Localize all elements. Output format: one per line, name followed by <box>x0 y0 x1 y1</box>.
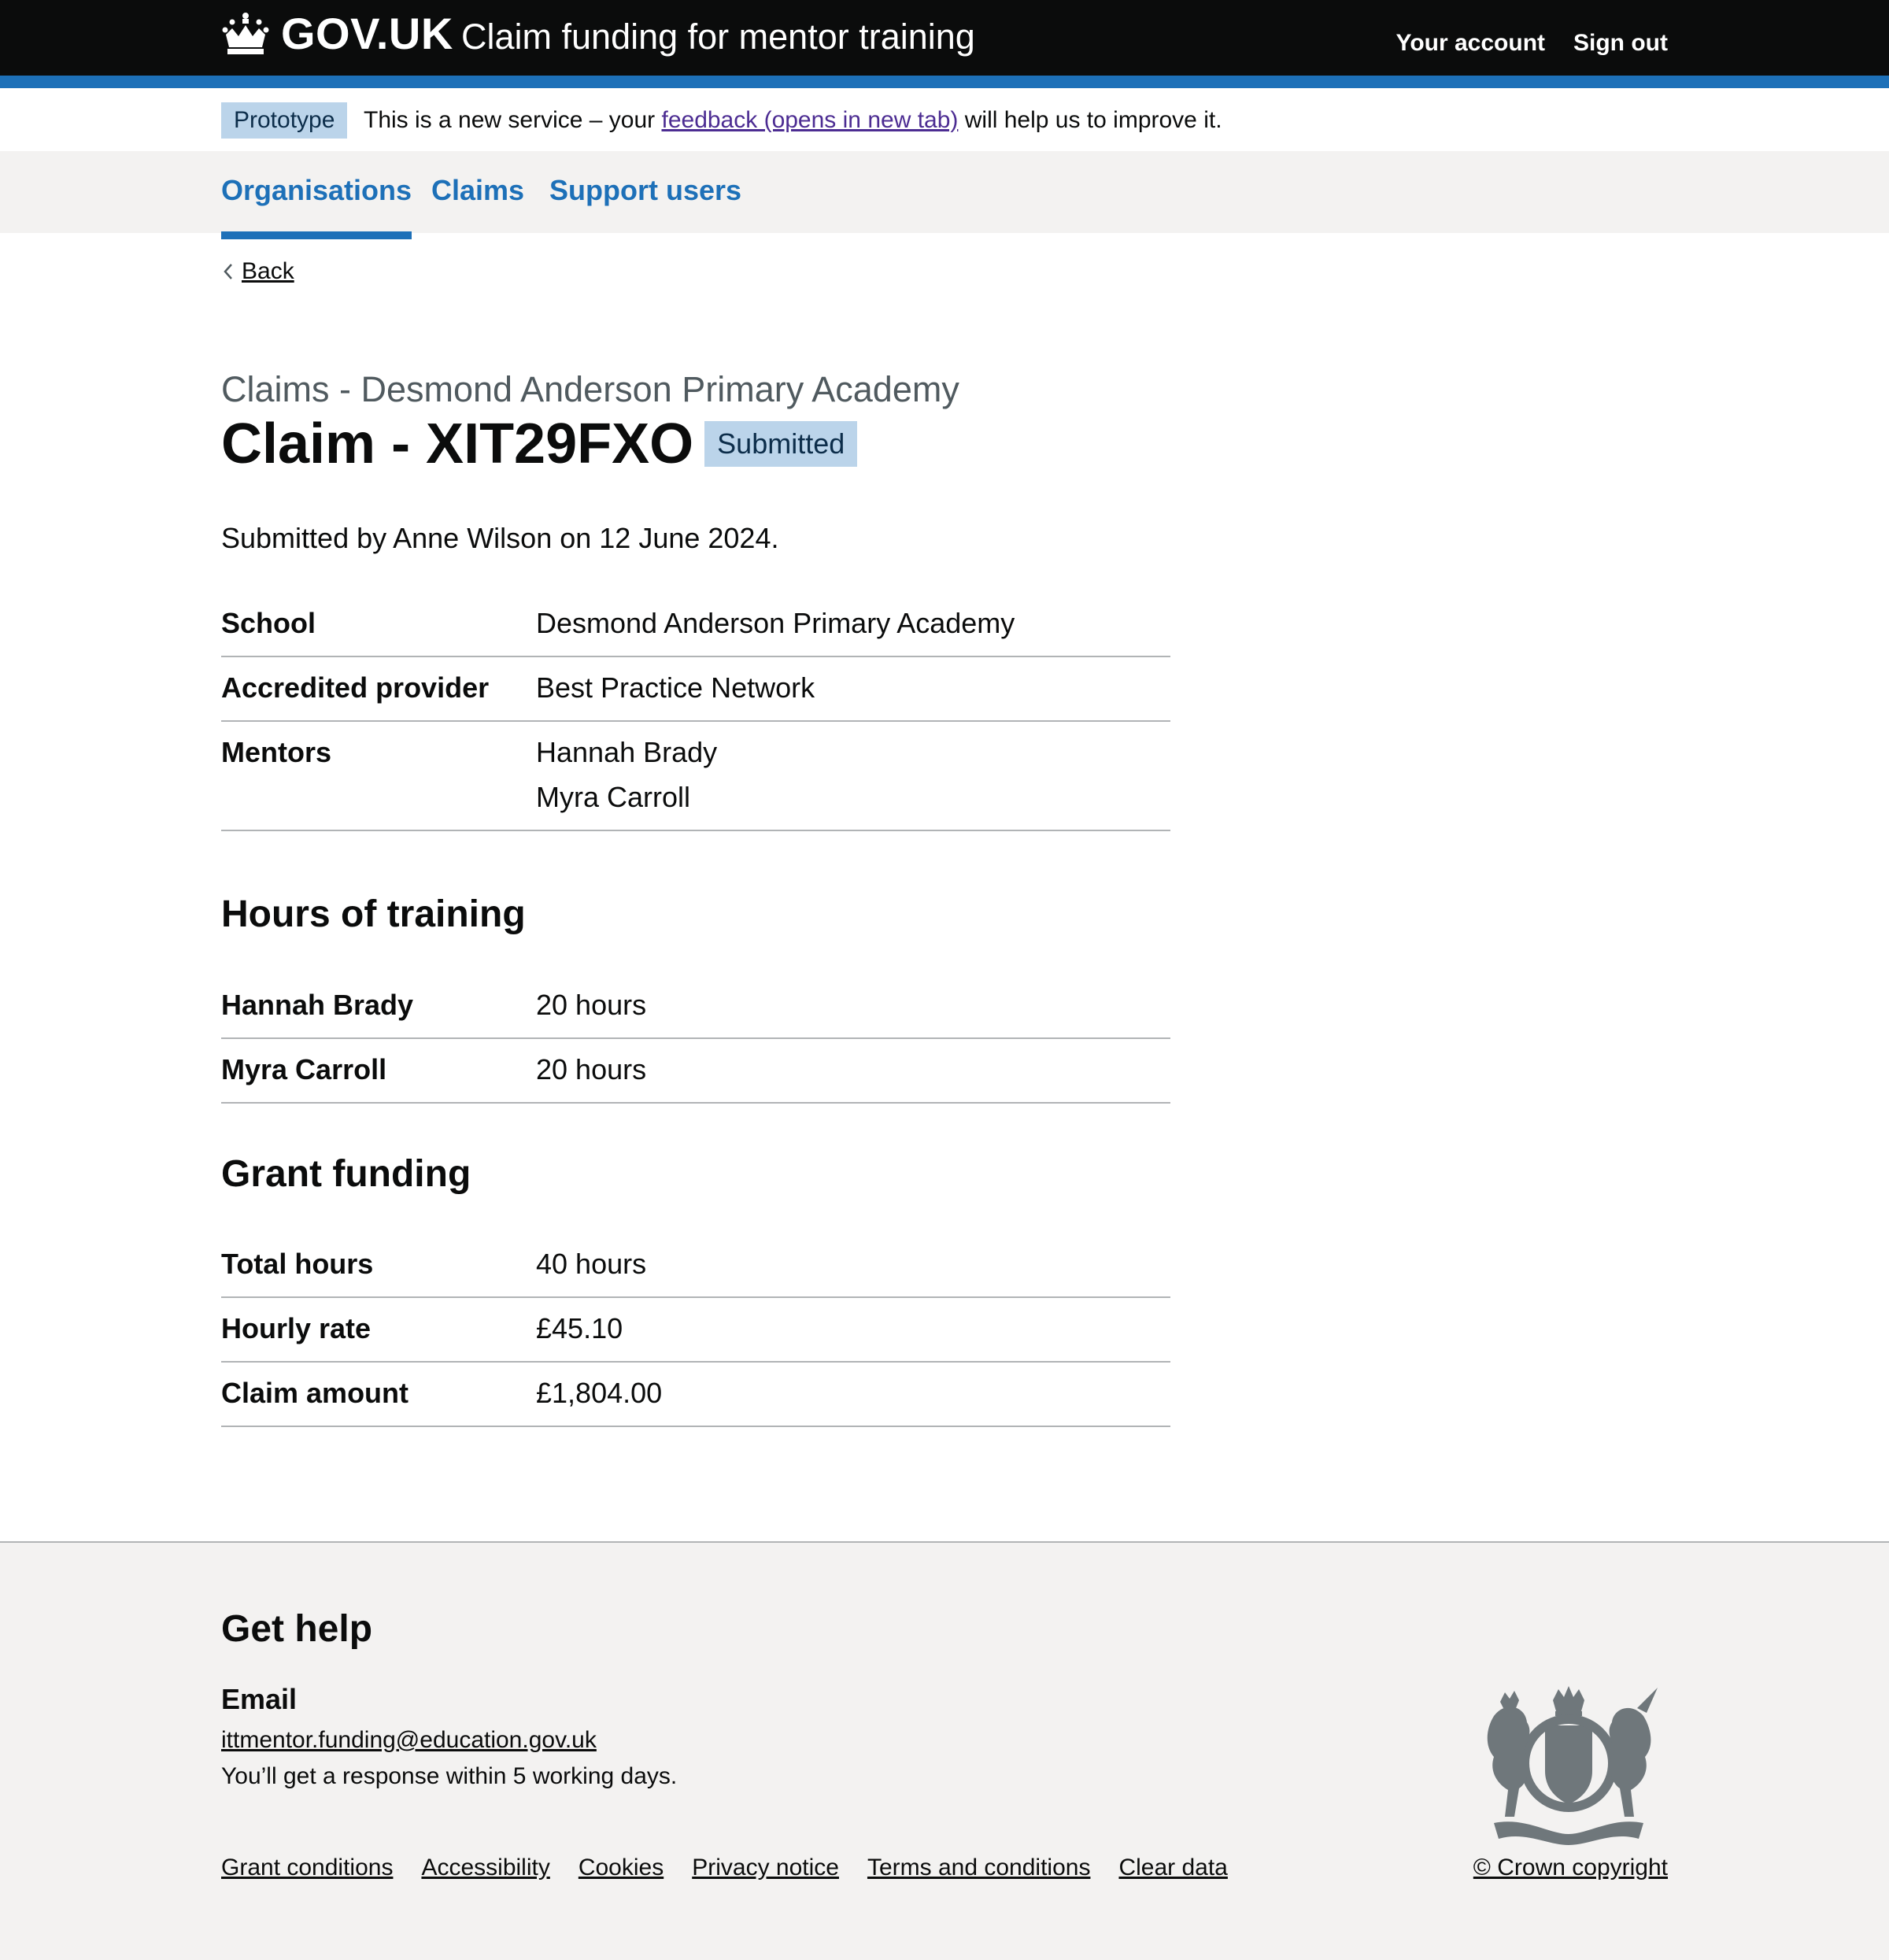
mentor-name: Hannah Brady <box>536 736 718 768</box>
header-blue-bar <box>0 76 1889 88</box>
support-email-link[interactable]: ittmentor.funding@education.gov.uk <box>221 1727 597 1753</box>
nav-claims[interactable]: Claims <box>431 176 524 205</box>
summary-row: Myra Carroll 20 hours <box>221 1039 1170 1104</box>
primary-navigation: Organisations Claims Support users <box>0 151 1889 239</box>
summary-row: Hourly rate £45.10 <box>221 1298 1170 1363</box>
crown-icon <box>222 13 269 54</box>
grant-funding-summary: Total hours 40 hours Hourly rate £45.10 … <box>221 1233 1170 1427</box>
chevron-left-icon <box>224 264 232 279</box>
summary-key: Hourly rate <box>221 1312 372 1344</box>
hours-of-training-heading: Hours of training <box>221 893 526 935</box>
mentor-name: Myra Carroll <box>536 781 691 813</box>
email-heading: Email <box>221 1683 298 1715</box>
your-account-link[interactable]: Your account <box>1396 30 1545 57</box>
footer-link-terms-and-conditions[interactable]: Terms and conditions <box>867 1855 1090 1881</box>
royal-coat-of-arms-icon <box>1487 1686 1658 1845</box>
footer-link-privacy-notice[interactable]: Privacy notice <box>692 1855 839 1881</box>
summary-key: Hannah Brady <box>221 989 414 1021</box>
back-link-wrapper: Back <box>221 258 294 285</box>
summary-key: School <box>221 607 316 639</box>
summary-value: Desmond Anderson Primary Academy <box>536 607 1015 639</box>
page-caption: Claims - Desmond Anderson Primary Academ… <box>221 369 959 409</box>
summary-row-provider: Accredited provider Best Practice Networ… <box>221 657 1170 722</box>
site-header: GOV.UK Claim funding for mentor training… <box>0 0 1889 76</box>
nav-support-users[interactable]: Support users <box>549 176 741 205</box>
summary-key: Accredited provider <box>221 671 490 704</box>
phase-text: This is a new service – your feedback (o… <box>364 107 1222 134</box>
summary-key: Total hours <box>221 1248 374 1280</box>
grant-funding-heading: Grant funding <box>221 1153 471 1195</box>
govuk-logo[interactable]: GOV.UK <box>221 11 453 57</box>
logo-text: GOV.UK <box>281 9 453 58</box>
get-help-heading: Get help <box>221 1608 373 1650</box>
phase-text-before: This is a new service – your <box>364 107 656 133</box>
response-time-text: You’ll get a response within 5 working d… <box>221 1763 678 1789</box>
summary-row: Total hours 40 hours <box>221 1233 1170 1298</box>
summary-value: £1,804.00 <box>536 1377 663 1409</box>
header-account-nav: Your account Sign out <box>1396 30 1668 57</box>
site-footer: Get help Email ittmentor.funding@educati… <box>0 1541 1889 1960</box>
summary-row-school: School Desmond Anderson Primary Academy <box>221 593 1170 657</box>
summary-value: 20 hours <box>536 989 647 1021</box>
phase-tag: Prototype <box>221 102 348 139</box>
crown-copyright-link[interactable]: © Crown copyright <box>1473 1855 1668 1880</box>
summary-value: 40 hours <box>536 1248 647 1280</box>
sign-out-link[interactable]: Sign out <box>1573 30 1668 57</box>
hours-of-training-summary: Hannah Brady 20 hours Myra Carroll 20 ho… <box>221 974 1170 1104</box>
claim-details-summary: School Desmond Anderson Primary Academy … <box>221 593 1170 831</box>
summary-value: Best Practice Network <box>536 671 815 704</box>
back-link[interactable]: Back <box>242 258 294 285</box>
summary-row-mentors: Mentors Hannah Brady Myra Carroll <box>221 722 1170 831</box>
page-title: Claim - XIT29FXO <box>221 412 694 475</box>
summary-row: Hannah Brady 20 hours <box>221 974 1170 1039</box>
submitted-by-text: Submitted by Anne Wilson on 12 June 2024… <box>221 522 779 554</box>
footer-link-cookies[interactable]: Cookies <box>579 1855 664 1881</box>
summary-value: £45.10 <box>536 1312 623 1344</box>
nav-organisations[interactable]: Organisations <box>221 176 412 239</box>
email-wrapper: ittmentor.funding@education.gov.uk <box>221 1727 597 1754</box>
summary-key: Myra Carroll <box>221 1053 387 1085</box>
footer-links: Grant conditions Accessibility Cookies P… <box>221 1855 1228 1881</box>
phase-text-after: will help us to improve it. <box>964 107 1222 133</box>
feedback-link[interactable]: feedback (opens in new tab) <box>661 107 958 133</box>
status-badge: Submitted <box>704 421 858 467</box>
phase-banner: Prototype This is a new service – your f… <box>0 88 1889 151</box>
summary-value: 20 hours <box>536 1053 647 1085</box>
service-name[interactable]: Claim funding for mentor training <box>461 19 975 54</box>
footer-link-clear-data[interactable]: Clear data <box>1118 1855 1227 1881</box>
copyright-wrapper: © Crown copyright <box>1473 1855 1668 1881</box>
footer-link-grant-conditions[interactable]: Grant conditions <box>221 1855 393 1881</box>
summary-row: Claim amount £1,804.00 <box>221 1363 1170 1427</box>
summary-value: Hannah Brady Myra Carroll <box>536 722 717 830</box>
summary-key: Claim amount <box>221 1377 409 1409</box>
page-title-row: Claim - XIT29FXO Submitted <box>221 412 858 475</box>
footer-link-accessibility[interactable]: Accessibility <box>421 1855 549 1881</box>
summary-key: Mentors <box>221 736 332 768</box>
